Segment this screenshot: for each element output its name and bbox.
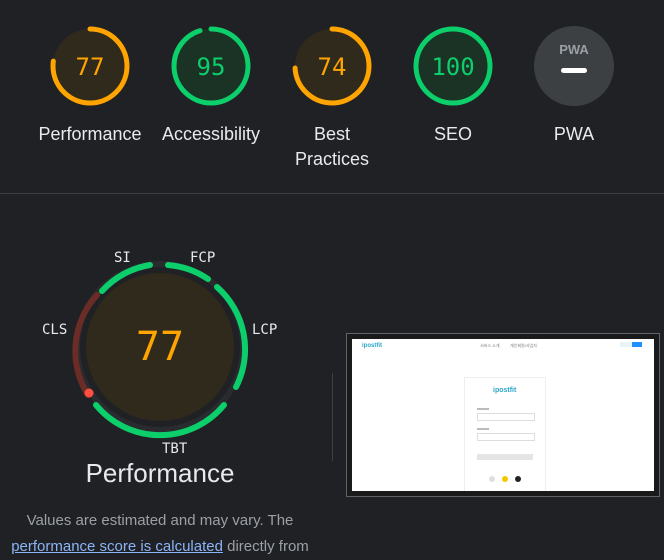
cls-marker-icon [84, 388, 94, 398]
accessibility-label: Accessibility [161, 124, 261, 144]
performance-score-link[interactable]: performance score is calculated [11, 538, 223, 555]
screenshot-login-card: ipostfit [464, 377, 546, 491]
screenshot-field-1 [477, 413, 535, 421]
screenshot-button-2 [632, 342, 642, 347]
category-scores-header: 77 Performance 95 Accessibility 74 Best … [0, 0, 664, 194]
best-practices-gauge-icon: 74 [292, 26, 372, 106]
performance-big-score: 77 [136, 324, 184, 370]
screenshot-social-3 [515, 476, 521, 482]
metric-label-lcp[interactable]: LCP [252, 322, 277, 338]
note-text-2: directly from [227, 538, 309, 555]
gauge-seo[interactable]: 100 SEO [393, 24, 513, 147]
gauge-accessibility[interactable]: 95 Accessibility [151, 24, 271, 147]
screenshot-social-1 [489, 476, 495, 482]
performance-gauge-icon: 77 [50, 26, 130, 106]
performance-section: 77 SI FCP LCP TBT CLS Performance Values… [0, 195, 664, 559]
screenshot-field-2 [477, 433, 535, 441]
screenshot-page: ipostfit 서비스 소개 개인회원/사업자 ipostfit [352, 339, 654, 491]
gauge-performance[interactable]: 77 Performance [30, 24, 150, 147]
best-practices-label: Best Practices [294, 124, 370, 169]
gauge-pwa[interactable]: PWA PWA [514, 24, 634, 147]
metric-label-si[interactable]: SI [114, 250, 131, 266]
seo-score: 100 [431, 53, 474, 81]
gauge-best-practices[interactable]: 74 Best Practices [272, 24, 392, 172]
seo-label: SEO [433, 124, 472, 144]
screenshot-card-logo: ipostfit [493, 387, 517, 394]
accessibility-gauge-icon: 95 [171, 26, 251, 106]
screenshot-social-2 [502, 476, 508, 482]
final-screenshot[interactable]: ipostfit 서비스 소개 개인회원/사업자 ipostfit [346, 333, 660, 497]
screenshot-label-2 [477, 428, 489, 430]
vertical-divider [332, 373, 333, 461]
performance-title: Performance [85, 458, 235, 488]
score-note: Values are estimated and may vary. The p… [0, 508, 320, 560]
screenshot-button-1 [620, 342, 632, 347]
note-text-1: Values are estimated and may vary. The [26, 512, 294, 529]
metric-label-tbt[interactable]: TBT [162, 441, 187, 457]
pwa-badge-text: PWA [559, 42, 589, 57]
screenshot-nav-2: 개인회원/사업자 [510, 343, 537, 348]
accessibility-score: 95 [197, 53, 226, 81]
screenshot-submit [477, 454, 533, 460]
pwa-badge-icon: PWA [534, 26, 614, 106]
performance-label: Performance [38, 124, 142, 144]
best-practices-score: 74 [318, 53, 347, 81]
metric-label-fcp[interactable]: FCP [190, 250, 215, 266]
metric-label-cls[interactable]: CLS [42, 322, 67, 338]
screenshot-logo: ipostfit [362, 343, 382, 349]
performance-score: 77 [76, 53, 105, 81]
pwa-label: PWA [553, 124, 595, 144]
screenshot-nav-1: 서비스 소개 [480, 343, 500, 348]
screenshot-label-1 [477, 408, 489, 410]
seo-gauge-icon: 100 [413, 26, 493, 106]
